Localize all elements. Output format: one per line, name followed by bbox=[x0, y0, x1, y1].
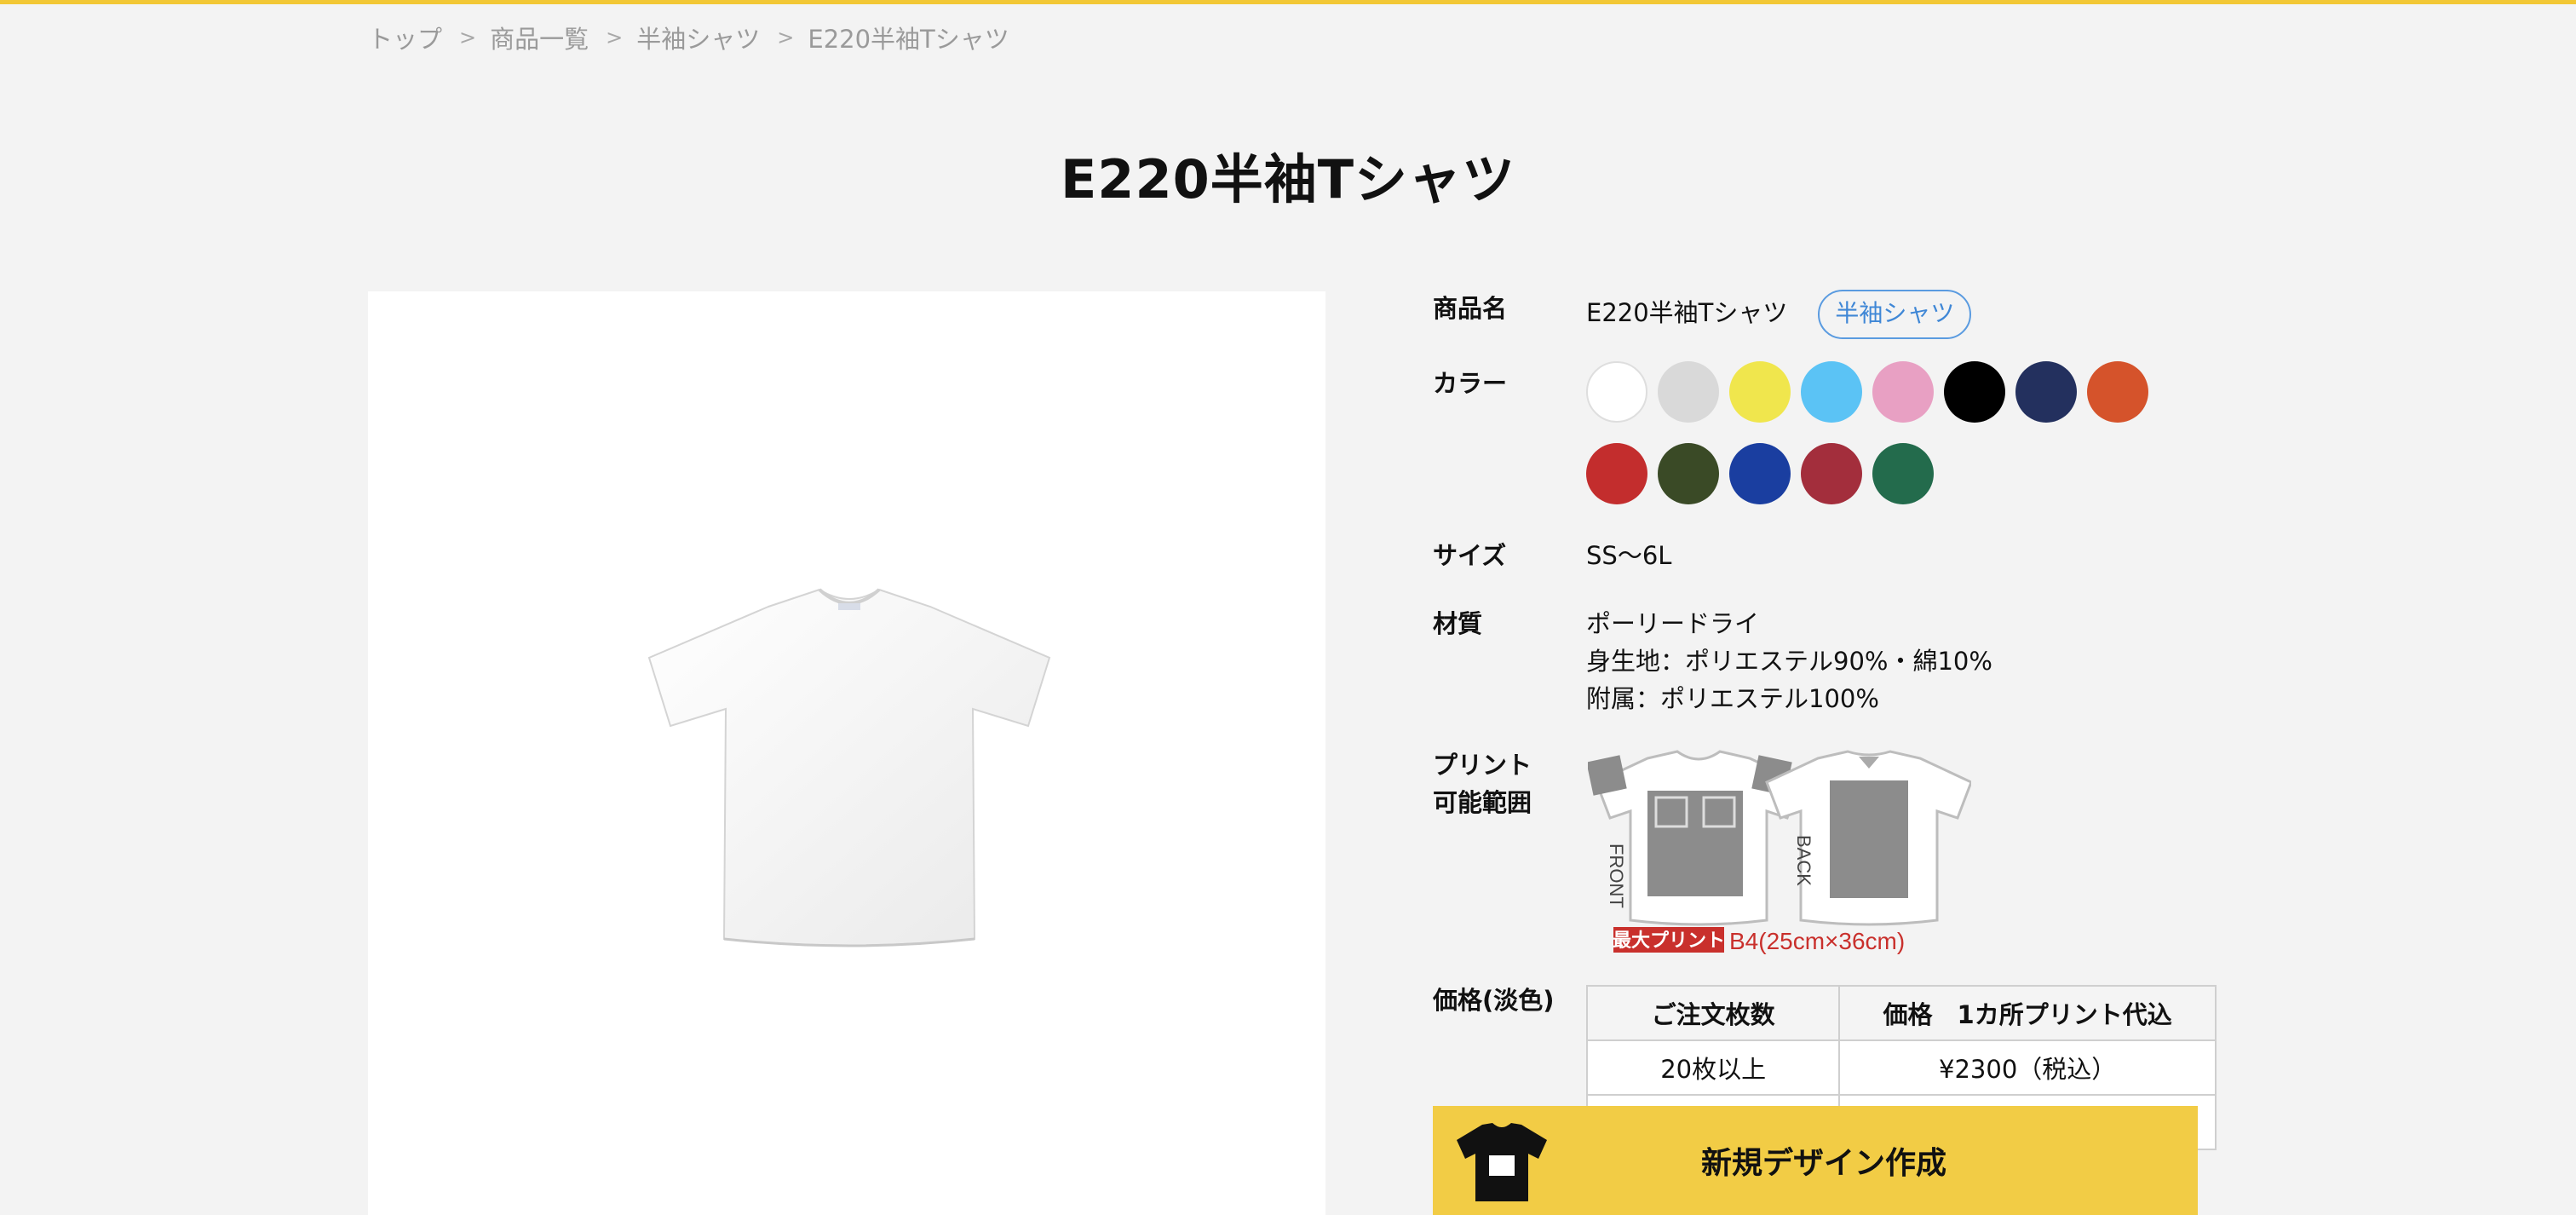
spec-value-material: ポーリードライ 身生地：ポリエステル90%・綿10% 附属：ポリエステル100% bbox=[1586, 605, 1992, 717]
breadcrumb-separator-icon: > bbox=[777, 26, 795, 49]
print-area-diagram: FRONT BACK 最大プリント B4(25cm×36cm) bbox=[1588, 750, 1971, 954]
breadcrumb-separator-icon: > bbox=[459, 26, 477, 49]
color-swatch[interactable] bbox=[1872, 443, 1934, 504]
color-swatch[interactable] bbox=[1944, 361, 2005, 423]
color-swatch[interactable] bbox=[2015, 361, 2077, 423]
color-swatch[interactable] bbox=[1586, 443, 1647, 504]
color-swatch[interactable] bbox=[1586, 361, 1647, 423]
spec-label-size: サイズ bbox=[1433, 541, 1507, 570]
color-swatch[interactable] bbox=[1658, 361, 1719, 423]
material-line: ポーリードライ bbox=[1586, 609, 1760, 638]
price-cell-quantity: 20枚以上 bbox=[1585, 1039, 1841, 1096]
breadcrumb-separator-icon: > bbox=[606, 26, 624, 49]
tshirt-icon bbox=[1457, 1123, 1547, 1201]
print-label-line: 可能範囲 bbox=[1433, 788, 1532, 817]
color-swatch[interactable] bbox=[1729, 361, 1791, 423]
color-swatch[interactable] bbox=[1729, 443, 1791, 504]
price-header-quantity: ご注文枚数 bbox=[1585, 985, 1841, 1041]
spec-label-material: 材質 bbox=[1433, 609, 1483, 638]
material-line: 附属：ポリエステル100% bbox=[1586, 684, 1879, 713]
spec-label-print-area: プリント 可能範囲 bbox=[1433, 746, 1532, 821]
spec-label-color: カラー bbox=[1433, 369, 1508, 398]
print-max-size: B4(25cm×36cm) bbox=[1729, 928, 1905, 954]
breadcrumb-product-list[interactable]: 商品一覧 bbox=[490, 20, 589, 55]
price-header-price: 価格 1カ所プリント代込 bbox=[1838, 985, 2217, 1041]
product-image-panel bbox=[368, 291, 1325, 1215]
product-image bbox=[647, 588, 1051, 947]
breadcrumb-top[interactable]: トップ bbox=[368, 20, 442, 55]
table-row: 20枚以上 ¥2300（税込） bbox=[1585, 1039, 2217, 1096]
color-swatch[interactable] bbox=[1658, 443, 1719, 504]
color-swatch[interactable] bbox=[1872, 361, 1934, 423]
spec-label-price: 価格(淡色) bbox=[1433, 986, 1555, 1015]
print-back-label: BACK bbox=[1793, 835, 1814, 886]
color-swatch[interactable] bbox=[1801, 361, 1862, 423]
table-header-row: ご注文枚数 価格 1カ所プリント代込 bbox=[1585, 985, 2217, 1041]
spec-value-size: SS〜6L bbox=[1586, 541, 1672, 570]
price-cell-price: ¥2300（税込） bbox=[1838, 1039, 2217, 1096]
page-title: E220半袖Tシャツ bbox=[1060, 148, 1516, 210]
new-design-button[interactable]: 新規デザイン作成 bbox=[1433, 1106, 2198, 1215]
breadcrumb-short-sleeve[interactable]: 半袖シャツ bbox=[636, 20, 760, 55]
category-tag[interactable]: 半袖シャツ bbox=[1818, 290, 1972, 339]
breadcrumb-current: E220半袖Tシャツ bbox=[808, 25, 1009, 54]
top-accent-bar bbox=[0, 0, 2576, 4]
print-max-badge: 最大プリント bbox=[1613, 930, 1725, 951]
spec-value-name: E220半袖Tシャツ 半袖シャツ bbox=[1586, 290, 1972, 339]
breadcrumb: トップ > 商品一覧 > 半袖シャツ > E220半袖Tシャツ bbox=[368, 19, 1009, 56]
product-name: E220半袖Tシャツ bbox=[1586, 298, 1788, 327]
color-swatch[interactable] bbox=[2087, 361, 2148, 423]
print-label-line: プリント bbox=[1433, 751, 1532, 780]
material-line: 身生地：ポリエステル90%・綿10% bbox=[1586, 647, 1992, 676]
print-front-label: FRONT bbox=[1606, 844, 1627, 908]
color-swatch[interactable] bbox=[1801, 443, 1862, 504]
spec-label-name: 商品名 bbox=[1433, 294, 1508, 323]
